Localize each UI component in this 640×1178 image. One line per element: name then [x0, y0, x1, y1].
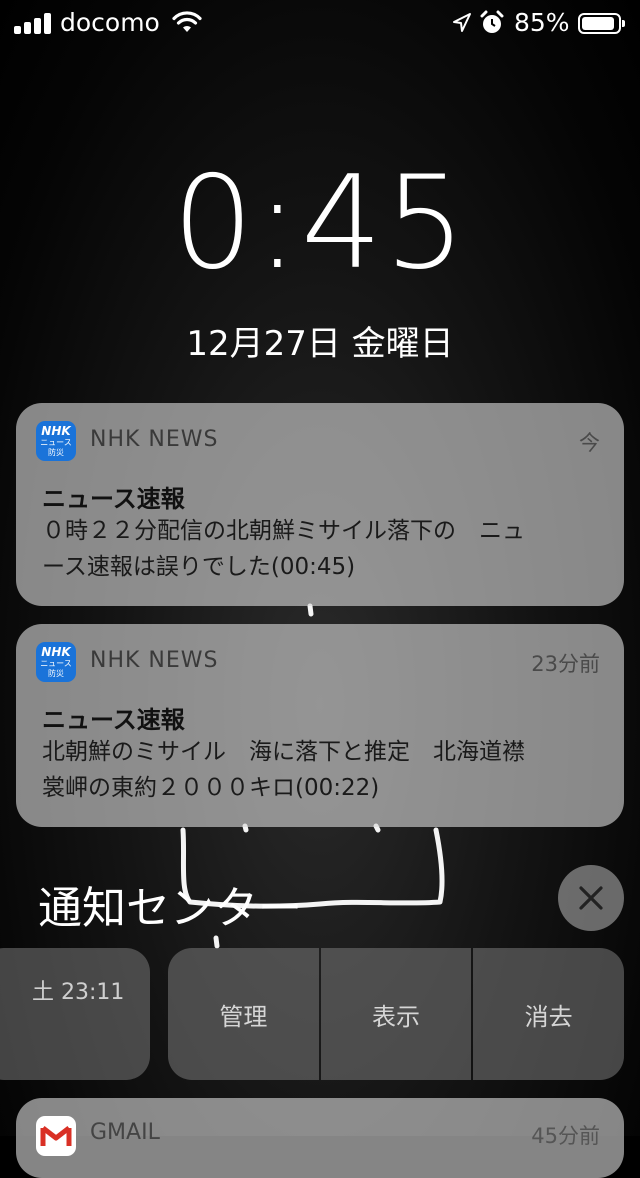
- notification-time: 土 23:11: [32, 980, 125, 1005]
- manage-button[interactable]: 管理: [168, 948, 319, 1080]
- notification-card[interactable]: GMAIL 45分前: [16, 1098, 624, 1178]
- gmail-app-icon: [36, 1116, 76, 1156]
- notification-action-buttons: 管理 表示 消去: [168, 948, 625, 1080]
- notification-center-title: 通知センター: [38, 883, 302, 934]
- notification-title: ニュース速報: [42, 706, 185, 734]
- notification-body: ０時２２分配信の北朝鮮ミサイル落下の ニュ ース速報は誤りでした(00:45): [42, 513, 602, 585]
- notification-body: 北朝鮮のミサイル 海に落下と推定 北海道襟 裳岬の東約２０００キロ(00:22): [42, 734, 602, 806]
- swiped-notification-card[interactable]: 土 23:11: [0, 948, 150, 1080]
- notification-app-name: GMAIL: [90, 1120, 160, 1145]
- notification-app-name: NHK NEWS: [90, 427, 219, 452]
- nhk-news-app-icon: NHK ニュース 防災: [36, 642, 76, 682]
- notification-body-line: ース速報は誤りでした(00:45): [42, 554, 356, 580]
- clear-all-button[interactable]: [558, 865, 624, 931]
- notification-time: 23分前: [531, 652, 600, 676]
- notification-card[interactable]: NHK ニュース 防災 NHK NEWS 今 ニュース速報 ０時２２分配信の北朝…: [16, 403, 624, 606]
- notification-time: 今: [579, 431, 600, 455]
- view-button[interactable]: 表示: [320, 948, 472, 1080]
- notification-body-line: 裳岬の東約２０００キロ(00:22): [42, 775, 380, 801]
- notification-body-line: 北朝鮮のミサイル 海に落下と推定 北海道襟: [42, 739, 525, 765]
- nhk-news-app-icon: NHK ニュース 防災: [36, 421, 76, 461]
- close-icon: [579, 886, 603, 910]
- clear-button[interactable]: 消去: [473, 948, 625, 1080]
- notification-card[interactable]: NHK ニュース 防災 NHK NEWS 23分前 ニュース速報 北朝鮮のミサイ…: [16, 624, 624, 827]
- notification-body-line: ０時２２分配信の北朝鮮ミサイル落下の ニュ: [42, 518, 525, 544]
- notification-app-name: NHK NEWS: [90, 648, 219, 673]
- notification-title: ニュース速報: [42, 485, 185, 513]
- notification-time: 45分前: [531, 1124, 600, 1148]
